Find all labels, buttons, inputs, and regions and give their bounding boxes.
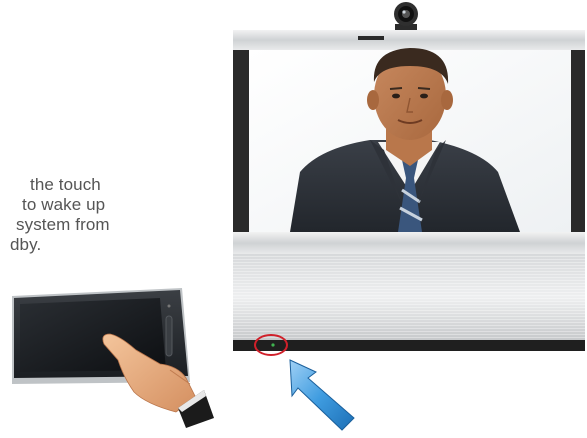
instruction-line-1: the touch xyxy=(30,175,101,194)
power-led-icon xyxy=(271,343,275,347)
video-screen xyxy=(249,48,571,232)
camera-icon xyxy=(394,2,418,30)
instruction-line-2: to wake up xyxy=(22,195,106,214)
pointing-hand-icon xyxy=(102,333,214,428)
instruction-line-3: system from xyxy=(16,215,110,234)
video-system-unit xyxy=(233,30,585,351)
red-circle-highlight-icon xyxy=(254,334,288,356)
touch-panel-icon xyxy=(12,288,190,384)
instruction-line-4: dby. xyxy=(10,235,42,254)
instruction-text: the touch to wake up system from dby. xyxy=(0,175,190,255)
blue-arrow-icon xyxy=(289,359,355,431)
